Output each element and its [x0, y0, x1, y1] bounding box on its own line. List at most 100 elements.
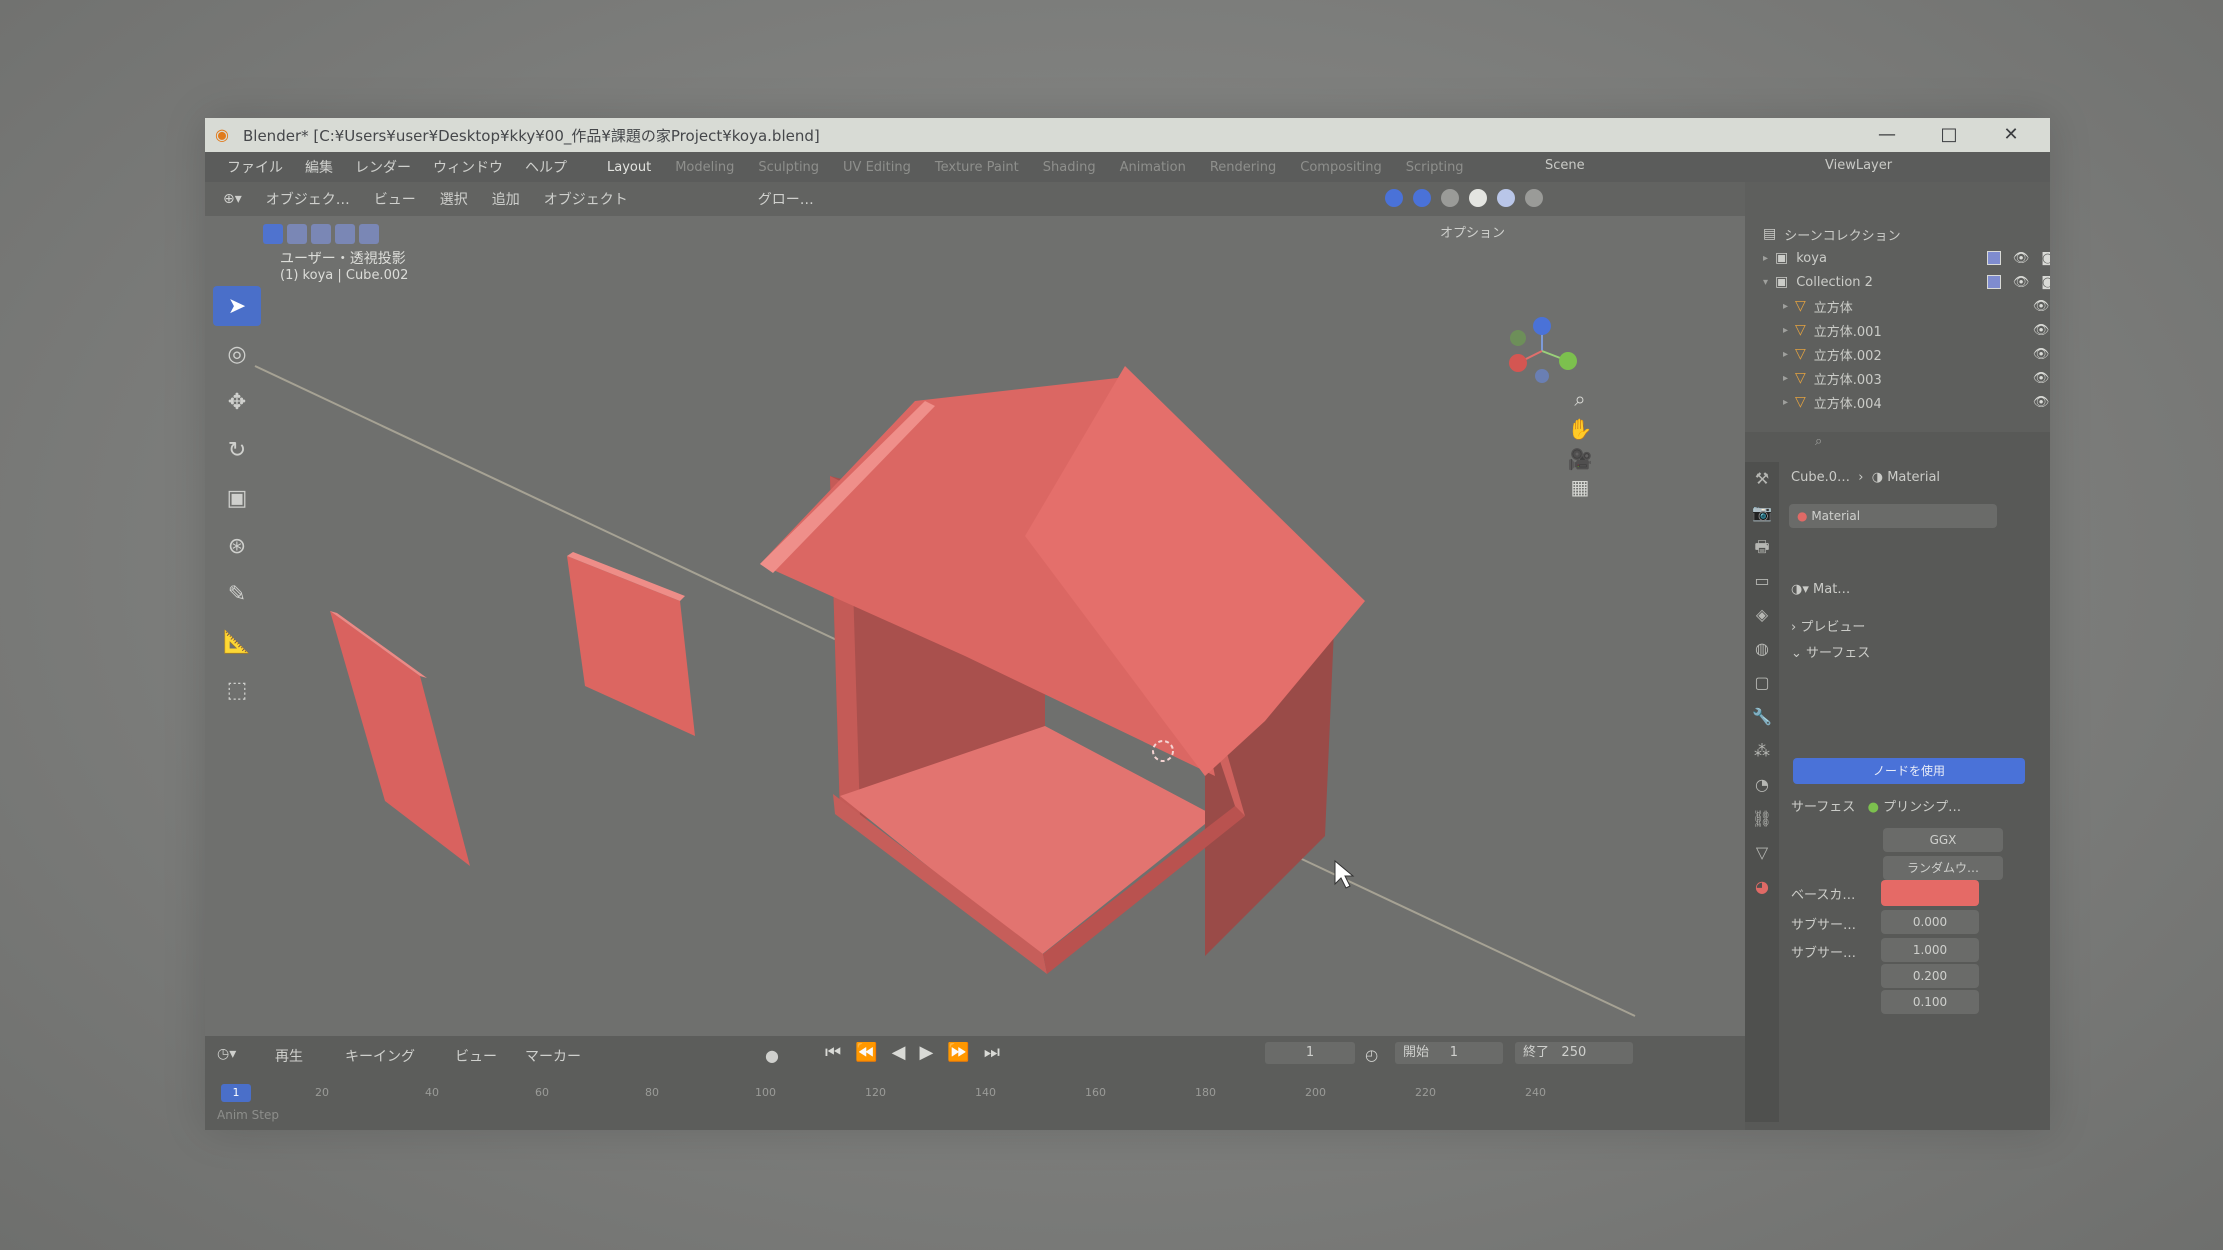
- subsurface-radius-x[interactable]: 1.000: [1881, 938, 1979, 962]
- tab-rendering[interactable]: Rendering: [1210, 160, 1276, 175]
- close-button[interactable]: ✕: [1980, 118, 2042, 152]
- pan-hand-icon[interactable]: ✋: [1567, 416, 1593, 442]
- subsurface-method-dropdown[interactable]: ランダムウ…: [1883, 856, 2003, 880]
- tab-sculpting[interactable]: Sculpting: [758, 160, 819, 175]
- record-icon[interactable]: ●: [765, 1046, 779, 1065]
- tool-tab-icon[interactable]: ⚒: [1745, 462, 1779, 496]
- expand-icon[interactable]: ▸: [1783, 301, 1795, 312]
- playhead[interactable]: 1: [221, 1084, 251, 1102]
- solid-shading-icon[interactable]: [1469, 189, 1487, 207]
- xray-toggle-icon[interactable]: [1413, 189, 1431, 207]
- outliner-row[interactable]: ▸ ▽ 立方体.003 👁◙: [1745, 366, 2050, 390]
- mode-selector[interactable]: オブジェク…: [266, 189, 350, 209]
- select-new-icon[interactable]: [263, 224, 283, 244]
- overlay-toggle-icon[interactable]: [1385, 189, 1403, 207]
- render-tab-icon[interactable]: 📷: [1745, 496, 1779, 530]
- tab-compositing[interactable]: Compositing: [1300, 160, 1382, 175]
- menu-playback[interactable]: 再生: [275, 1046, 303, 1066]
- modifier-tab-icon[interactable]: 🔧: [1745, 700, 1779, 734]
- material-selector[interactable]: ◑▾ Mat…: [1791, 582, 1850, 597]
- camera-icon[interactable]: ◙: [2041, 251, 2050, 266]
- eye-icon[interactable]: 👁: [2033, 371, 2050, 386]
- view-layer-tab-icon[interactable]: ▭: [1745, 564, 1779, 598]
- eye-icon[interactable]: 👁: [2033, 299, 2050, 314]
- prev-keyframe-icon[interactable]: ⏪: [855, 1042, 877, 1063]
- tab-layout[interactable]: Layout: [607, 160, 651, 175]
- object-tab-icon[interactable]: ▢: [1745, 666, 1779, 700]
- subsurface-radius-z[interactable]: 0.100: [1881, 990, 1979, 1014]
- outliner-row[interactable]: ▾ ▣ Collection 2 👁 ◙: [1745, 270, 2050, 294]
- maximize-button[interactable]: □: [1918, 118, 1980, 152]
- tab-animation[interactable]: Animation: [1120, 160, 1186, 175]
- scene-selector[interactable]: Scene: [1545, 158, 1585, 173]
- select-mode-buttons[interactable]: [263, 224, 379, 244]
- outliner-row[interactable]: ▸ ▽ 立方体.004 👁◙: [1745, 390, 2050, 414]
- camera-icon[interactable]: ◙: [2041, 275, 2050, 290]
- preview-section[interactable]: › プレビュー: [1791, 616, 1865, 635]
- menu-file[interactable]: ファイル: [227, 157, 283, 177]
- outliner-row[interactable]: ▸ ▽ 立方体.001 👁◙: [1745, 318, 2050, 342]
- outliner-row[interactable]: ▸ ▣ koya 👁 ◙: [1745, 246, 2050, 270]
- menu-help[interactable]: ヘルプ: [525, 157, 567, 177]
- subsurface-radius-y[interactable]: 0.200: [1881, 964, 1979, 988]
- current-frame-field[interactable]: 1: [1265, 1042, 1355, 1064]
- jump-start-icon[interactable]: ⏮: [825, 1042, 841, 1063]
- eye-icon[interactable]: 👁: [2033, 395, 2050, 410]
- tab-shading[interactable]: Shading: [1043, 160, 1096, 175]
- move-icon[interactable]: ✥: [213, 382, 261, 422]
- zoom-icon[interactable]: ⌕: [1567, 386, 1593, 412]
- play-reverse-icon[interactable]: ◀: [892, 1042, 906, 1063]
- expand-icon[interactable]: ▸: [1783, 397, 1795, 408]
- 3d-viewport[interactable]: ユーザー・透視投影 (1) koya | Cube.002 オプション ➤ ◎ …: [205, 216, 1745, 1036]
- material-tab-icon[interactable]: ◕: [1745, 870, 1779, 904]
- menu-edit[interactable]: 編集: [305, 157, 333, 177]
- search-icon[interactable]: ⌕: [1815, 434, 1822, 449]
- physics-tab-icon[interactable]: ◔: [1745, 768, 1779, 802]
- minimize-button[interactable]: —: [1856, 118, 1918, 152]
- measure-icon[interactable]: 📐: [213, 622, 261, 662]
- rotate-icon[interactable]: ↻: [213, 430, 261, 470]
- transform-orientation[interactable]: グロー…: [758, 189, 814, 209]
- expand-icon[interactable]: ▸: [1763, 253, 1775, 264]
- tab-uv-editing[interactable]: UV Editing: [843, 160, 911, 175]
- transform-icon[interactable]: ⊛: [213, 526, 261, 566]
- select-box-icon[interactable]: ➤: [213, 286, 261, 326]
- menu-add[interactable]: 追加: [492, 189, 520, 209]
- eye-icon[interactable]: 👁: [2033, 323, 2050, 338]
- subsurface-field[interactable]: 0.000: [1881, 910, 1979, 934]
- include-checkbox[interactable]: [1986, 250, 2001, 265]
- select-extend-icon[interactable]: [287, 224, 307, 244]
- menu-object[interactable]: オブジェクト: [544, 189, 628, 209]
- constraints-tab-icon[interactable]: ⛓: [1745, 802, 1779, 836]
- ortho-grid-icon[interactable]: ▦: [1567, 474, 1593, 500]
- output-tab-icon[interactable]: 🖶: [1745, 530, 1779, 564]
- jump-end-icon[interactable]: ⏭: [984, 1042, 1000, 1063]
- select-subtract-icon[interactable]: [311, 224, 331, 244]
- tab-texture-paint[interactable]: Texture Paint: [935, 160, 1019, 175]
- surface-section[interactable]: ⌄ サーフェス: [1791, 642, 1870, 661]
- menu-render[interactable]: レンダー: [355, 157, 411, 177]
- select-intersect-icon[interactable]: [359, 224, 379, 244]
- scene-tab-icon[interactable]: ◈: [1745, 598, 1779, 632]
- cursor-icon[interactable]: ◎: [213, 334, 261, 374]
- tab-scripting[interactable]: Scripting: [1406, 160, 1464, 175]
- menu-window[interactable]: ウィンドウ: [433, 157, 503, 177]
- surface-shader-dropdown[interactable]: プリンシプ…: [1883, 800, 1961, 815]
- outliner-row[interactable]: ▸ ▽ 立方体 👁◙: [1745, 294, 2050, 318]
- particles-tab-icon[interactable]: ⁂: [1745, 734, 1779, 768]
- eye-icon[interactable]: 👁: [2013, 251, 2030, 266]
- material-slot-list[interactable]: ● Material: [1789, 504, 1997, 528]
- world-tab-icon[interactable]: ◍: [1745, 632, 1779, 666]
- eye-icon[interactable]: 👁: [2033, 347, 2050, 362]
- play-icon[interactable]: ▶: [919, 1042, 933, 1063]
- frame-ruler[interactable]: 20 40 60 80 100 120 140 160 180 200 220 …: [215, 1086, 1735, 1102]
- next-keyframe-icon[interactable]: ⏩: [947, 1042, 969, 1063]
- menu-keying[interactable]: キーイング: [345, 1046, 415, 1066]
- rendered-shading-icon[interactable]: [1525, 189, 1543, 207]
- material-shading-icon[interactable]: [1497, 189, 1515, 207]
- camera-view-icon[interactable]: 🎥: [1567, 446, 1593, 472]
- eye-icon[interactable]: 👁: [2013, 275, 2030, 290]
- view-layer-selector[interactable]: ViewLayer: [1825, 158, 1892, 173]
- tab-modeling[interactable]: Modeling: [675, 160, 734, 175]
- material-browse-icon[interactable]: ◑▾: [1791, 582, 1809, 597]
